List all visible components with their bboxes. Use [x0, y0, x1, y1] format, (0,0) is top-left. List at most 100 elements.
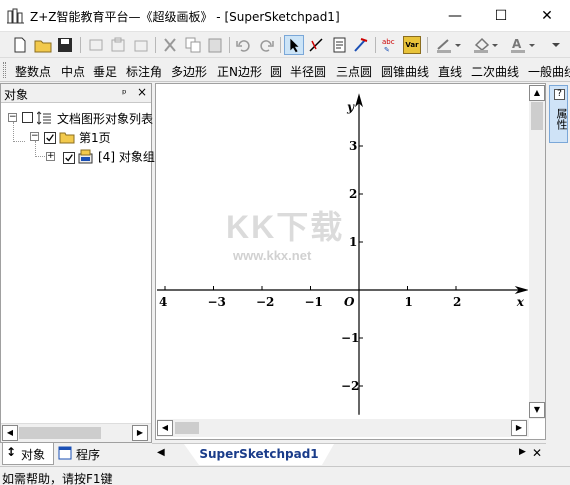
construct-midpoint[interactable]: 中点	[61, 63, 85, 80]
watermark-logo: KK下载	[226, 209, 345, 245]
construct-toolbar: 整数点 中点 垂足 标注角 多边形 正N边形 圆 半径圆 三点圆 圆锥曲线 直线…	[0, 58, 570, 82]
tree-expand-objects[interactable]: +	[46, 152, 55, 161]
svg-text:A: A	[512, 37, 522, 51]
maximize-button[interactable]: ☐	[478, 0, 524, 32]
tab-scroll-left-icon[interactable]: ◀	[157, 447, 165, 458]
brush-tool-icon[interactable]	[351, 35, 371, 55]
svg-text:abc: abc	[382, 38, 395, 46]
page-checkbox[interactable]	[44, 132, 56, 144]
left-panel-tabs: ↕ 对象 程序	[0, 443, 152, 465]
app-icon	[7, 8, 24, 24]
redo-icon[interactable]	[256, 35, 276, 55]
construct-mark-angle[interactable]: 标注角	[126, 63, 162, 80]
folder-icon	[59, 132, 75, 144]
origin-label: O	[344, 295, 355, 309]
construct-perpendicular-foot[interactable]: 垂足	[93, 63, 117, 80]
close-button[interactable]: ✕	[524, 0, 570, 32]
construct-quadratic-curve[interactable]: 二次曲线	[471, 63, 519, 80]
save-icon[interactable]	[55, 35, 75, 55]
x-tick-label: 2	[453, 295, 461, 309]
undo-icon[interactable]	[234, 35, 254, 55]
delete-icon[interactable]	[160, 35, 180, 55]
document-close-icon[interactable]: ✕	[532, 446, 542, 460]
object-panel-hscrollbar[interactable]: ◀ ▶	[1, 423, 151, 442]
construct-general-curve[interactable]: 一般曲线	[528, 63, 570, 80]
object-panel: 对象 ᵖ × − 文档图形对象列表 − 第1页 + [4] 对象组 ◀ ▶	[0, 83, 155, 443]
x-tick-label: 1	[405, 295, 413, 309]
hscroll-thumb[interactable]	[175, 422, 199, 434]
x-tick-label: −2	[256, 295, 274, 309]
construct-radius-circle[interactable]: 半径圆	[290, 63, 326, 80]
help-icon[interactable]: ?	[554, 89, 565, 100]
scroll-up-button[interactable]: ▲	[529, 85, 545, 101]
tree-collapse-root[interactable]: −	[8, 113, 17, 122]
variable-icon[interactable]: Var	[403, 36, 421, 54]
construct-line[interactable]: 直线	[438, 63, 462, 80]
toolbar-overflow-icon[interactable]	[548, 35, 564, 55]
scroll-left-button[interactable]: ◀	[2, 425, 18, 441]
tree-page-label[interactable]: 第1页	[79, 129, 111, 147]
properties-tab[interactable]: ? 属性	[549, 85, 568, 143]
construct-polygon[interactable]: 多边形	[171, 63, 207, 80]
select-arrow-icon[interactable]	[284, 35, 304, 55]
toolbar-grip[interactable]	[3, 62, 6, 78]
tab-object-label: 对象	[21, 448, 46, 462]
y-axis-label: y	[346, 100, 355, 114]
paste-disabled-icon[interactable]	[131, 35, 151, 55]
tab-program[interactable]: 程序	[56, 443, 112, 465]
scroll-right-button[interactable]: ▶	[511, 420, 527, 436]
cut-disabled-icon[interactable]	[86, 35, 106, 55]
window-title: Z+Z智能教育平台—《超级画板》 - [SuperSketchpad1]	[30, 10, 340, 24]
construct-circle[interactable]: 圆	[270, 63, 282, 80]
panel-close-icon[interactable]: ×	[137, 85, 147, 99]
vscroll-thumb[interactable]	[531, 102, 543, 130]
draw-tool-icon[interactable]	[307, 35, 327, 55]
fill-color-icon[interactable]	[471, 35, 501, 55]
x-axis-label: x	[516, 295, 525, 309]
canvas-vscrollbar[interactable]: ▲ ▼	[529, 85, 545, 419]
object-panel-title: 对象	[4, 88, 29, 102]
abc-text-icon[interactable]: abc✎	[380, 35, 400, 55]
copy-icon[interactable]	[183, 35, 203, 55]
new-icon[interactable]	[10, 35, 30, 55]
construct-three-point-circle[interactable]: 三点圆	[336, 63, 372, 80]
construct-integer-point[interactable]: 整数点	[15, 63, 51, 80]
x-tick-label: −3	[208, 295, 226, 309]
scroll-thumb[interactable]	[19, 427, 101, 439]
tree-collapse-page[interactable]: −	[30, 132, 39, 141]
main-toolbar: abc ✎ Var A	[0, 32, 570, 58]
document-tab-label: SuperSketchpad1	[199, 447, 319, 461]
scroll-left-button[interactable]: ◀	[157, 420, 173, 436]
title-bar: Z+Z智能教育平台—《超级画板》 - [SuperSketchpad1] — ☐…	[0, 0, 570, 32]
text-tool-icon[interactable]	[330, 35, 350, 55]
tree-objects-label[interactable]: [4] 对象组	[98, 148, 155, 166]
root-checkbox[interactable]	[22, 112, 33, 123]
y-tick-label: −1	[341, 331, 359, 345]
line-color-icon[interactable]	[434, 35, 464, 55]
scroll-down-button[interactable]: ▼	[529, 402, 545, 418]
pin-icon[interactable]: ᵖ	[122, 87, 127, 100]
construct-conic[interactable]: 圆锥曲线	[381, 63, 429, 80]
scroll-right-button[interactable]: ▶	[132, 425, 148, 441]
watermark-url: www.kkx.net	[233, 248, 312, 263]
text-color-icon[interactable]: A	[508, 35, 538, 55]
tab-scroll-right-icon[interactable]: ▶	[519, 447, 526, 457]
object-tab-icon: ↕	[6, 445, 17, 459]
objects-checkbox[interactable]	[63, 152, 75, 164]
tree-root-label[interactable]: 文档图形对象列表	[57, 110, 153, 128]
document-tabs: ◀ SuperSketchpad1 ▶ ✕	[152, 443, 546, 465]
construct-regular-polygon[interactable]: 正N边形	[217, 63, 262, 80]
copy-disabled-icon[interactable]	[108, 35, 128, 55]
object-panel-header: 对象 ᵖ ×	[1, 84, 151, 103]
x-tick-label: −1	[305, 295, 323, 309]
y-tick-label: −2	[341, 379, 359, 393]
tab-object[interactable]: ↕ 对象	[2, 443, 54, 465]
y-tick-label: 3	[349, 139, 357, 153]
open-icon[interactable]	[33, 35, 53, 55]
y-tick-label: 1	[349, 235, 357, 249]
paste-icon[interactable]	[205, 35, 225, 55]
tab-supersketchpad1[interactable]: SuperSketchpad1	[184, 444, 334, 465]
sketch-canvas[interactable]: 4 −3 −2 −1 1 2 −2 −1 1 2 3 O x y	[157, 85, 528, 417]
canvas-hscrollbar[interactable]: ◀ ▶	[157, 419, 529, 437]
minimize-button[interactable]: —	[432, 0, 478, 32]
